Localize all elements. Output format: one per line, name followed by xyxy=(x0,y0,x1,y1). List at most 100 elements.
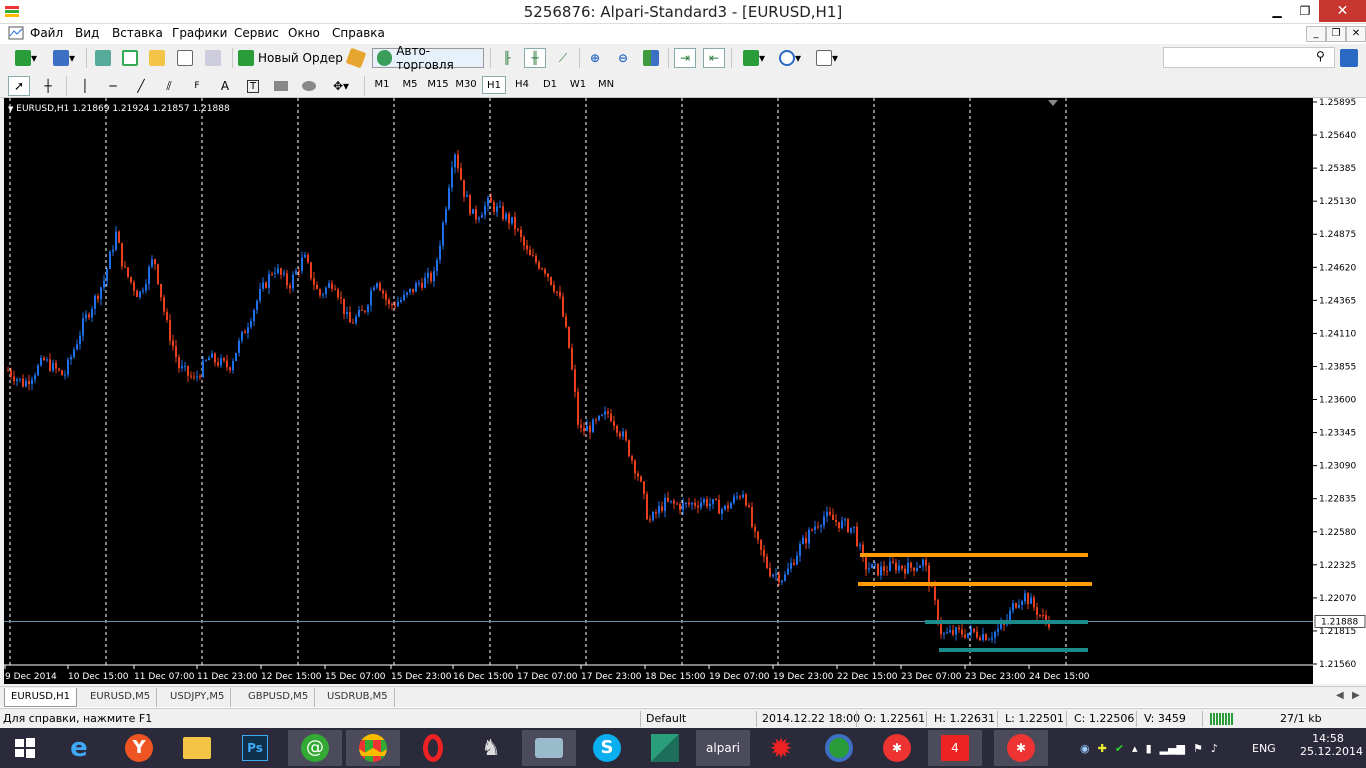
periods-button[interactable]: ▾ xyxy=(774,48,806,68)
meta-editor-button[interactable] xyxy=(345,47,367,69)
tray-plus-icon[interactable]: ✚ xyxy=(1098,742,1107,755)
taskbar-icq[interactable]: @ xyxy=(288,730,342,766)
tabs-scroll-left-icon[interactable]: ◀ xyxy=(1336,690,1344,701)
mdi-restore-button[interactable]: ❐ xyxy=(1326,26,1346,42)
taskbar-chrome[interactable] xyxy=(346,730,400,766)
candle-body xyxy=(571,347,573,370)
tf-m1-button[interactable]: M1 xyxy=(370,76,394,94)
candle-body xyxy=(946,632,948,634)
mdi-close-button[interactable]: ✕ xyxy=(1346,26,1366,42)
taskbar-red-app-1[interactable]: ✱ xyxy=(870,730,924,766)
tf-m5-button[interactable]: M5 xyxy=(398,76,422,94)
fibo-button[interactable]: F xyxy=(186,76,208,96)
new-chart-button[interactable]: ▾ xyxy=(8,48,44,68)
taskbar-red-app-2[interactable]: 4 xyxy=(928,730,982,766)
market-watch-button[interactable] xyxy=(92,48,114,68)
minimize-button[interactable]: ▁ xyxy=(1266,2,1288,20)
bar-chart-button[interactable]: ╟ xyxy=(496,48,518,68)
tf-h1-button[interactable]: H1 xyxy=(482,76,506,94)
candlestick-button[interactable]: ╫ xyxy=(524,48,546,68)
battery-icon[interactable]: ▮ xyxy=(1146,742,1152,755)
volume-icon[interactable]: ♪ xyxy=(1211,742,1218,755)
taskbar-opera[interactable] xyxy=(406,730,460,766)
data-window-button[interactable] xyxy=(119,48,141,68)
help-chat-icon[interactable] xyxy=(1340,49,1358,67)
taskbar-photoshop[interactable]: Ps xyxy=(228,730,282,766)
zoom-in-button[interactable]: ⊕ xyxy=(584,48,606,68)
mdi-minimize-button[interactable]: _ xyxy=(1306,26,1326,42)
zoom-out-button[interactable]: ⊖ xyxy=(612,48,634,68)
taskbar-red-app-3[interactable]: ✱ xyxy=(994,730,1048,766)
clock[interactable]: 14:58 25.12.2014 xyxy=(1300,732,1363,758)
menu-window[interactable]: Окно xyxy=(288,26,320,40)
horizontal-line-button[interactable]: ─ xyxy=(102,76,124,96)
indicators-button[interactable]: ▾ xyxy=(738,48,770,68)
vertical-line-button[interactable]: │ xyxy=(74,76,96,96)
taskbar-torrent[interactable]: ✹ xyxy=(754,730,808,766)
menu-file[interactable]: Файл xyxy=(30,26,63,40)
autoscroll-button[interactable]: ⇥ xyxy=(674,48,696,68)
restore-button[interactable]: ❐ xyxy=(1294,2,1316,20)
taskbar-alpari[interactable]: alpari xyxy=(696,730,750,766)
close-button[interactable]: ✕ xyxy=(1319,0,1366,22)
tray-check-icon[interactable]: ✔ xyxy=(1115,742,1124,755)
chart-shift-button[interactable]: ⇤ xyxy=(703,48,725,68)
templates-button[interactable]: ▾ xyxy=(810,48,844,68)
channel-button[interactable]: ⫽ xyxy=(158,76,180,96)
tray-eye-icon[interactable]: ◉ xyxy=(1080,742,1090,755)
strategy-tester-button[interactable] xyxy=(202,48,224,68)
cursor-button[interactable]: ➚ xyxy=(8,76,30,96)
start-button[interactable] xyxy=(0,730,50,766)
navigator-button[interactable] xyxy=(146,48,168,68)
menu-insert[interactable]: Вставка xyxy=(112,26,163,40)
tab-eurusd-m5[interactable]: EURUSD,M5 xyxy=(84,688,158,707)
menu-help[interactable]: Справка xyxy=(332,26,385,40)
tab-usdrub-m5[interactable]: USDRUB,M5 xyxy=(321,688,395,707)
price-chart[interactable]: 9 Dec 2014 10 Dec 15:00 11 Dec 07:00 11 Dec… xyxy=(4,98,1313,684)
tab-gbpusd-m5[interactable]: GBPUSD,M5 xyxy=(242,688,316,707)
network-icon[interactable]: ▂▄▆ xyxy=(1160,742,1185,755)
chart-header: ▼ EURUSD,H1 1.21869 1.21924 1.21857 1.21… xyxy=(8,104,230,114)
tf-mn-button[interactable]: MN xyxy=(594,76,618,94)
taskbar-counter-strike[interactable]: ♞ xyxy=(464,730,518,766)
menu-charts[interactable]: Графики xyxy=(172,26,227,40)
tab-eurusd-h1[interactable]: EURUSD,H1 xyxy=(4,688,78,707)
tf-m15-button[interactable]: M15 xyxy=(426,76,450,94)
taskbar-green-app[interactable] xyxy=(638,730,692,766)
tf-h4-button[interactable]: H4 xyxy=(510,76,534,94)
flag-icon[interactable]: ⚑ xyxy=(1193,742,1203,755)
taskbar-ie[interactable]: e xyxy=(52,730,106,766)
search-input[interactable] xyxy=(1163,47,1335,68)
tf-w1-button[interactable]: W1 xyxy=(566,76,590,94)
taskbar-keyboard[interactable] xyxy=(522,730,576,766)
terminal-button[interactable] xyxy=(174,48,196,68)
line-chart-button[interactable]: ⟋ xyxy=(552,48,574,68)
autotrading-button[interactable]: Авто-торговля xyxy=(372,44,484,72)
menu-tools[interactable]: Сервис xyxy=(234,26,279,40)
search-icon[interactable]: ⚲ xyxy=(1316,49,1325,63)
taskbar-skype[interactable]: S xyxy=(580,730,634,766)
tray-show-hidden-icon[interactable]: ▴ xyxy=(1132,742,1138,755)
ellipse-button[interactable] xyxy=(298,76,320,96)
candle-body xyxy=(685,502,687,504)
crosshair-button[interactable]: ┼ xyxy=(37,76,59,96)
taskbar-download-manager[interactable] xyxy=(812,730,866,766)
tf-d1-button[interactable]: D1 xyxy=(538,76,562,94)
label-button[interactable]: T xyxy=(242,76,264,96)
tf-m30-button[interactable]: M30 xyxy=(454,76,478,94)
profiles-button[interactable]: ▾ xyxy=(46,48,82,68)
menu-view[interactable]: Вид xyxy=(75,26,99,40)
chart-shift-marker-icon[interactable] xyxy=(1048,100,1058,106)
taskbar-yandex[interactable]: Y xyxy=(112,730,166,766)
text-button[interactable]: A xyxy=(214,76,236,96)
language-indicator[interactable]: ENG xyxy=(1252,728,1276,768)
rectangle-button[interactable] xyxy=(270,76,292,96)
tile-windows-button[interactable] xyxy=(640,48,662,68)
taskbar-explorer[interactable] xyxy=(170,730,224,766)
price-axis[interactable]: 1.25895 1.25640 1.25385 1.25130 1.24875 1.246… xyxy=(1313,98,1366,684)
chart-collapse-icon[interactable]: ▼ xyxy=(8,105,13,113)
trendline-button[interactable]: ╱ xyxy=(130,76,152,96)
tab-usdjpy-m5[interactable]: USDJPY,M5 xyxy=(164,688,232,707)
arrows-button[interactable]: ✥ ▾ xyxy=(326,76,356,96)
tabs-scroll-right-icon[interactable]: ▶ xyxy=(1352,690,1360,701)
